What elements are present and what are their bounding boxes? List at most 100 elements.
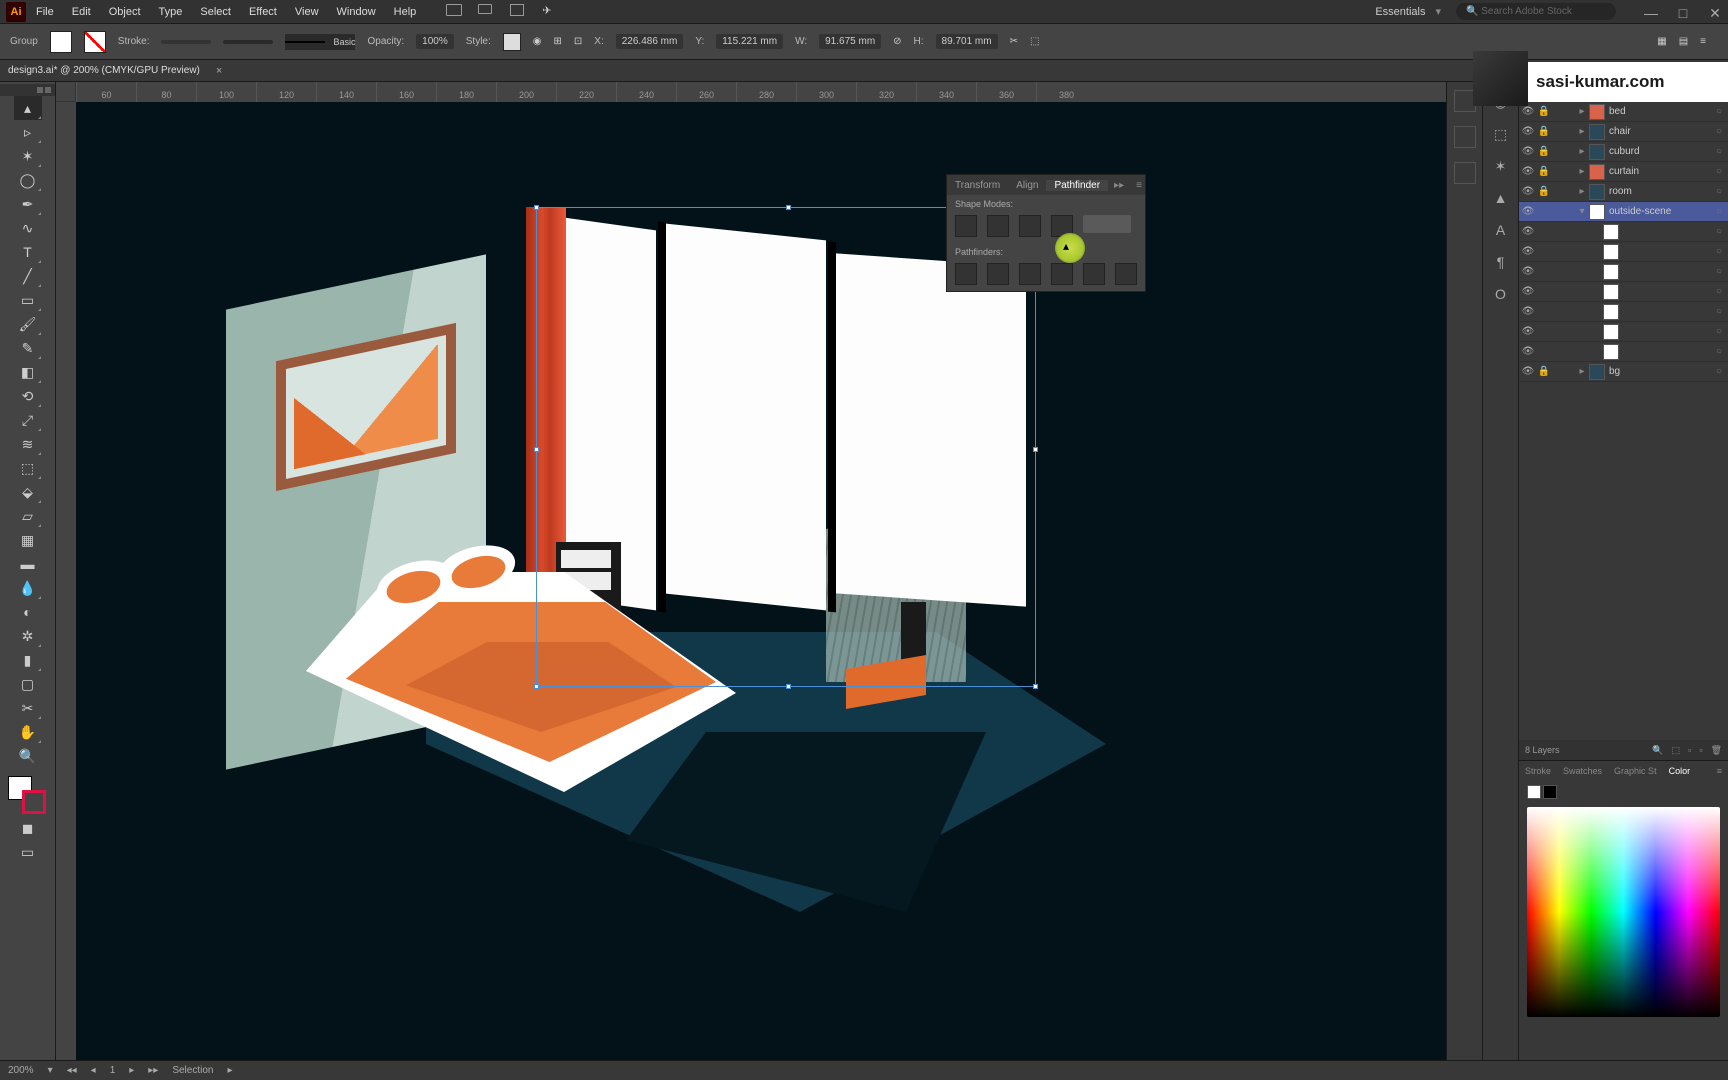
type-tool[interactable]: T bbox=[14, 240, 42, 264]
visibility-toggle-icon[interactable]: 👁 bbox=[1519, 246, 1537, 257]
search-input[interactable]: 🔍 Search Adobe Stock bbox=[1456, 3, 1616, 20]
menu-help[interactable]: Help bbox=[394, 6, 417, 18]
target-icon[interactable]: ○ bbox=[1710, 366, 1728, 377]
expand-toggle-icon[interactable]: ▸ bbox=[1575, 366, 1589, 377]
artboard-prev-icon[interactable]: ◂◂ bbox=[67, 1065, 77, 1076]
visibility-toggle-icon[interactable]: 👁 bbox=[1519, 126, 1537, 137]
target-icon[interactable]: ○ bbox=[1710, 166, 1728, 177]
color-panel-menu-icon[interactable]: ≡ bbox=[1711, 766, 1728, 776]
rotate-tool[interactable]: ⟲ bbox=[14, 384, 42, 408]
tab-transform[interactable]: Transform bbox=[947, 180, 1008, 191]
panel-menu-icon[interactable]: ≡ bbox=[1130, 180, 1148, 191]
unite-button[interactable] bbox=[955, 215, 977, 237]
layer-name-label[interactable]: outside-scene bbox=[1609, 206, 1671, 217]
workspace-switcher[interactable]: Essentials bbox=[1375, 6, 1425, 18]
appearance-icon[interactable] bbox=[1454, 162, 1476, 184]
layer-row[interactable]: 👁○ bbox=[1519, 302, 1728, 322]
recolor-icon[interactable]: ◉ bbox=[533, 36, 542, 47]
arrange-icon[interactable] bbox=[510, 4, 530, 20]
window-maximize-icon[interactable]: □ bbox=[1676, 5, 1690, 19]
layer-row[interactable]: 👁🔒▸curtain○ bbox=[1519, 162, 1728, 182]
layer-name-label[interactable]: bg bbox=[1609, 366, 1620, 377]
draw-mode-icon[interactable]: ◼ bbox=[14, 816, 42, 840]
layer-row[interactable]: 👁🔒▸bed○ bbox=[1519, 102, 1728, 122]
slice-tool[interactable]: ✂ bbox=[14, 696, 42, 720]
visibility-toggle-icon[interactable]: 👁 bbox=[1519, 326, 1537, 337]
status-play-icon[interactable]: ▸ bbox=[227, 1065, 232, 1076]
layer-row[interactable]: 👁🔒▸room○ bbox=[1519, 182, 1728, 202]
paragraph-icon[interactable]: ¶ bbox=[1489, 250, 1513, 274]
target-icon[interactable]: ○ bbox=[1710, 326, 1728, 337]
width-tool[interactable]: ≋ bbox=[14, 432, 42, 456]
symbols-icon[interactable]: ▲ bbox=[1489, 186, 1513, 210]
target-icon[interactable]: ○ bbox=[1710, 226, 1728, 237]
zoom-dropdown-icon[interactable]: ▾ bbox=[48, 1065, 53, 1076]
artboard-next-icon[interactable]: ▸ bbox=[129, 1065, 134, 1076]
target-icon[interactable]: ○ bbox=[1710, 106, 1728, 117]
target-icon[interactable]: ○ bbox=[1710, 186, 1728, 197]
chevron-down-icon[interactable]: ▾ bbox=[1435, 5, 1441, 18]
window-close-icon[interactable]: ✕ bbox=[1708, 5, 1722, 19]
window-minimize-icon[interactable]: — bbox=[1644, 5, 1658, 19]
stock-icon[interactable] bbox=[478, 4, 498, 20]
layer-row[interactable]: 👁○ bbox=[1519, 322, 1728, 342]
selection-tool[interactable]: ▴ bbox=[14, 96, 42, 120]
edit-icon[interactable]: ⬚ bbox=[1030, 36, 1039, 47]
x-input[interactable]: 226.486 mm bbox=[616, 34, 684, 49]
layer-row[interactable]: 👁🔒 ▸ bg ○ bbox=[1519, 362, 1728, 382]
rectangle-tool[interactable]: ▭ bbox=[14, 288, 42, 312]
transform-icon[interactable]: ⊡ bbox=[574, 36, 582, 47]
layer-row[interactable]: 👁○ bbox=[1519, 342, 1728, 362]
y-input[interactable]: 115.221 mm bbox=[716, 34, 783, 49]
lock-toggle-icon[interactable]: 🔒 bbox=[1537, 186, 1551, 197]
layer-row[interactable]: 👁▾outside-scene○ bbox=[1519, 202, 1728, 222]
pencil-tool[interactable]: ✎ bbox=[14, 336, 42, 360]
brush-definition[interactable]: Basic bbox=[285, 34, 355, 50]
align-icon[interactable]: ⊞ bbox=[554, 36, 562, 47]
mesh-tool[interactable]: ▦ bbox=[14, 528, 42, 552]
target-icon[interactable]: ○ bbox=[1710, 126, 1728, 137]
outline-button[interactable] bbox=[1083, 263, 1105, 285]
lock-toggle-icon[interactable]: 🔒 bbox=[1537, 366, 1551, 377]
menu-object[interactable]: Object bbox=[109, 6, 141, 18]
blend-tool[interactable]: ◐ bbox=[14, 600, 42, 624]
menu-window[interactable]: Window bbox=[337, 6, 376, 18]
layer-row[interactable]: 👁○ bbox=[1519, 242, 1728, 262]
visibility-toggle-icon[interactable]: 👁 bbox=[1519, 186, 1537, 197]
vertical-ruler[interactable] bbox=[56, 102, 76, 1060]
visibility-toggle-icon[interactable]: 👁 bbox=[1519, 286, 1537, 297]
panel-menu-icon[interactable]: ≡ bbox=[1700, 36, 1706, 47]
graph-tool[interactable]: ▮ bbox=[14, 648, 42, 672]
expand-button[interactable] bbox=[1083, 215, 1131, 233]
eyedropper-tool[interactable]: 💧 bbox=[14, 576, 42, 600]
visibility-toggle-icon[interactable]: 👁 bbox=[1519, 346, 1537, 357]
visibility-toggle-icon[interactable]: 👁 bbox=[1519, 306, 1537, 317]
shape-builder-tool[interactable]: ⬙ bbox=[14, 480, 42, 504]
stroke-weight-input[interactable] bbox=[161, 40, 211, 44]
trim-button[interactable] bbox=[987, 263, 1009, 285]
target-icon[interactable]: ○ bbox=[1710, 346, 1728, 357]
expand-toggle-icon[interactable]: ▾ bbox=[1575, 206, 1589, 217]
h-input[interactable]: 89.701 mm bbox=[936, 34, 998, 49]
direct-selection-tool[interactable]: ▹ bbox=[14, 120, 42, 144]
minus-back-button[interactable] bbox=[1115, 263, 1137, 285]
zoom-level[interactable]: 200% bbox=[8, 1065, 34, 1076]
tab-close-icon[interactable]: × bbox=[216, 65, 222, 77]
target-icon[interactable]: ○ bbox=[1710, 266, 1728, 277]
delete-layer-icon[interactable]: 🗑 bbox=[1711, 745, 1722, 756]
curvature-tool[interactable]: ∿ bbox=[14, 216, 42, 240]
paintbrush-tool[interactable]: 🖌 bbox=[14, 312, 42, 336]
locate-object-icon[interactable]: 🔍 bbox=[1652, 745, 1663, 756]
visibility-toggle-icon[interactable]: 👁 bbox=[1519, 366, 1537, 377]
lock-toggle-icon[interactable]: 🔒 bbox=[1537, 126, 1551, 137]
tab-align[interactable]: Align bbox=[1008, 180, 1046, 191]
preview-icon[interactable]: ✈ bbox=[542, 4, 562, 20]
divide-button[interactable] bbox=[955, 263, 977, 285]
tab-swatches[interactable]: Swatches bbox=[1557, 766, 1608, 776]
pen-tool[interactable]: ✒ bbox=[14, 192, 42, 216]
scale-tool[interactable]: ⤢ bbox=[14, 408, 42, 432]
expand-toggle-icon[interactable]: ▸ bbox=[1575, 126, 1589, 137]
stroke-swatch[interactable] bbox=[84, 31, 106, 53]
gradient-tool[interactable]: ▬ bbox=[14, 552, 42, 576]
expand-toggle-icon[interactable]: ▸ bbox=[1575, 166, 1589, 177]
